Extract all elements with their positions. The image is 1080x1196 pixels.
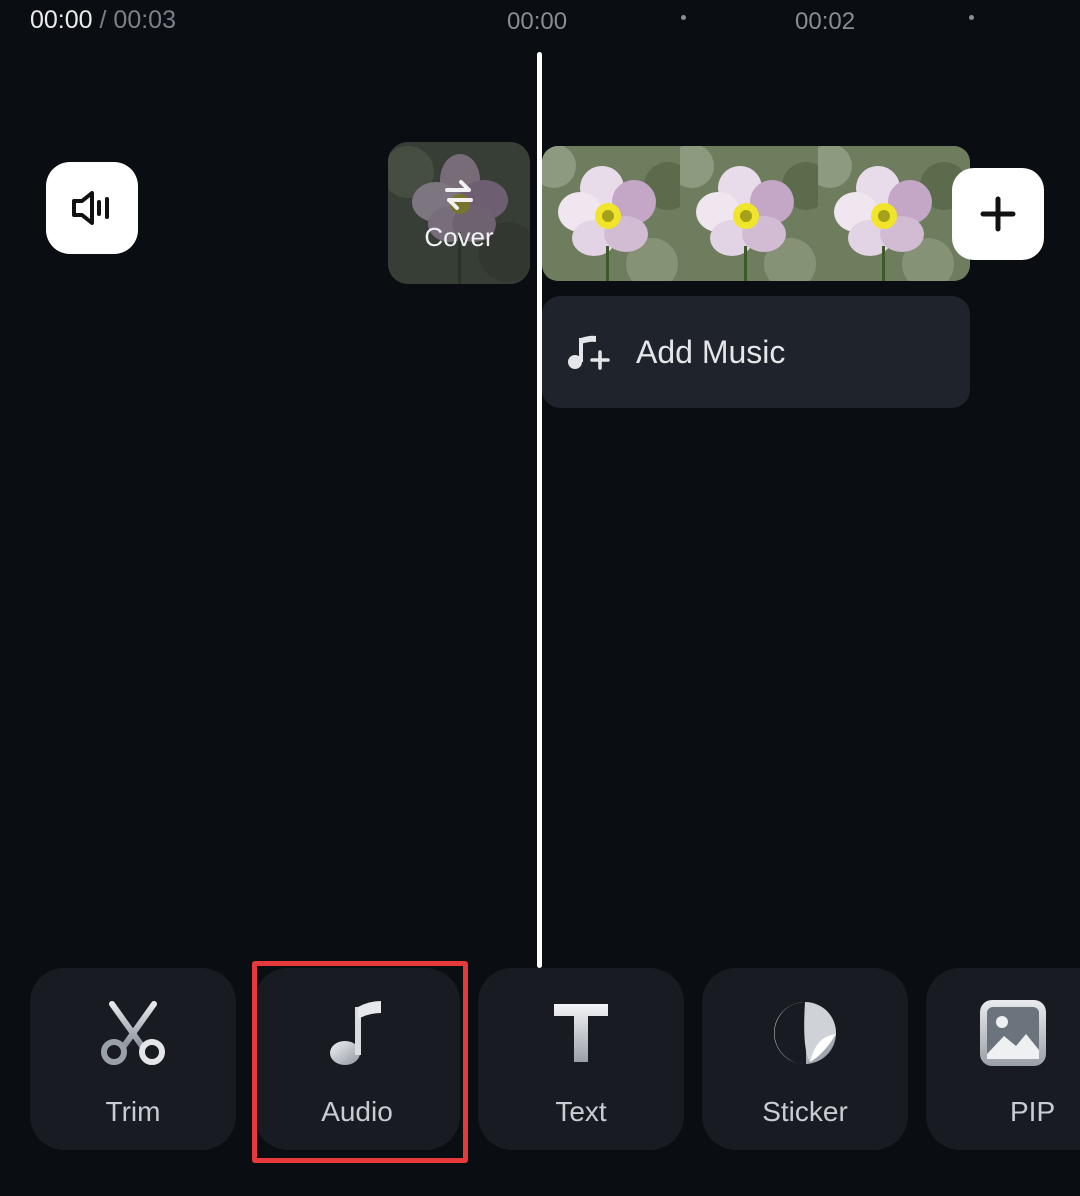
tool-label: Trim [105,1096,161,1127]
flower-thumbnail [542,146,692,281]
tool-label: PIP [1010,1096,1056,1127]
mute-button[interactable] [46,162,138,254]
tool-trim[interactable]: Trim [30,968,236,1150]
swap-arrows-icon [445,180,473,210]
clip-frame [808,146,970,281]
music-add-icon [568,335,610,370]
audio-highlight-box [252,961,468,1163]
cover-label: Cover [424,222,494,252]
video-clip-track[interactable] [542,146,970,281]
tool-pip[interactable]: PIP [926,968,1080,1150]
clip-frame [542,146,692,281]
plus-icon [980,196,1016,232]
tool-sticker[interactable]: Sticker [702,968,908,1150]
add-clip-button[interactable] [952,168,1044,260]
time-separator: / [99,6,107,34]
cover-button[interactable]: Cover [388,142,530,284]
flower-thumbnail [670,146,830,281]
tool-text[interactable]: Text [478,968,684,1150]
tool-label: Text [555,1096,607,1127]
ruler-tick-dot [681,15,686,20]
scissors-icon [101,1001,165,1065]
total-time: 00:03 [113,6,176,34]
ruler-tick-dot [969,15,974,20]
current-time: 00:00 [30,6,93,34]
clip-frame [670,146,830,281]
add-music-button[interactable]: Add Music [542,296,970,408]
ruler-mark-2: 00:02 [795,8,856,35]
image-icon [980,1000,1046,1066]
add-music-label: Add Music [636,333,786,370]
speaker-icon [72,191,109,225]
flower-thumbnail [808,146,970,281]
sticker-icon [774,1002,837,1065]
tool-label: Sticker [762,1096,848,1127]
ruler-mark-0: 00:00 [507,8,568,35]
text-icon [554,1004,608,1062]
playhead[interactable] [537,52,542,968]
cover-dim-overlay [388,142,530,284]
playback-time: 00:00 / 00:03 [30,6,176,35]
